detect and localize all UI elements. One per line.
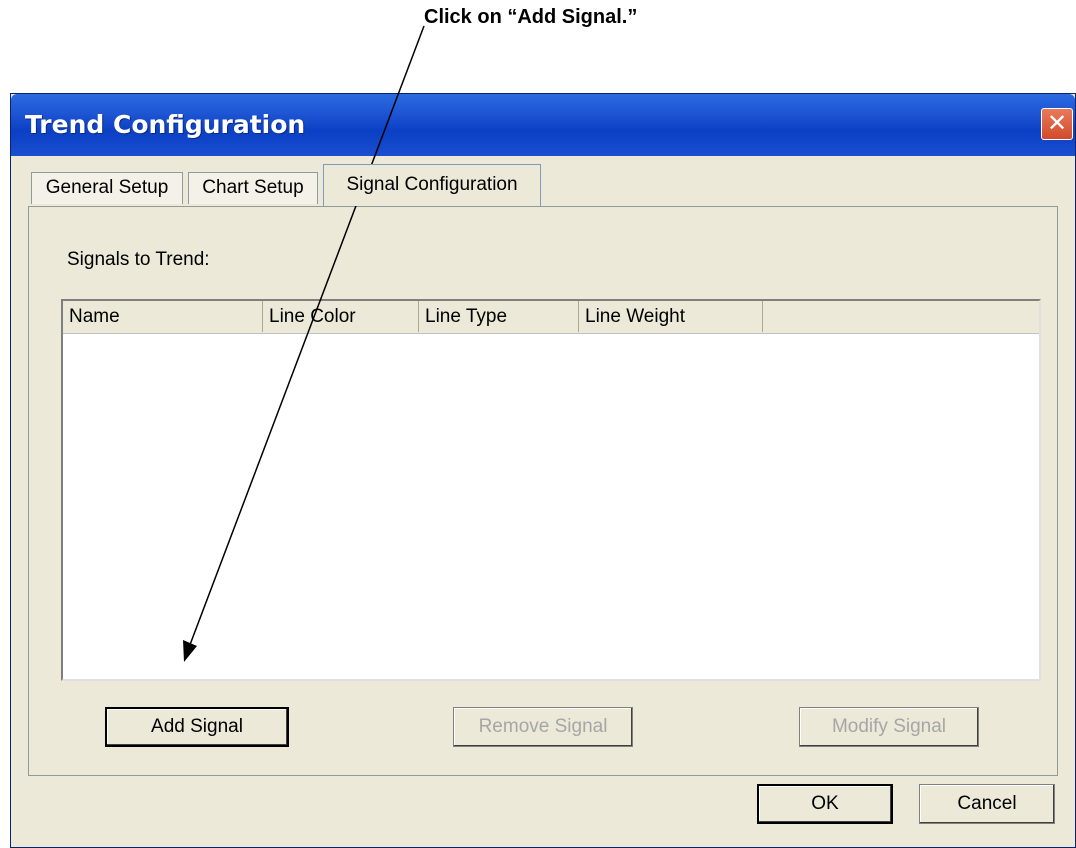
- instruction-callout: Click on “Add Signal.”: [424, 6, 638, 28]
- column-header-line-color[interactable]: Line Color: [263, 301, 419, 332]
- signals-list[interactable]: Name Line Color Line Type Line Weight: [61, 299, 1041, 681]
- tab-strip: General Setup Chart Setup Signal Configu…: [31, 162, 731, 206]
- title-bar[interactable]: Trend Configuration ✕: [11, 94, 1075, 156]
- signal-configuration-panel: Signals to Trend: Name Line Color Line T…: [28, 206, 1058, 776]
- signals-to-trend-label: Signals to Trend:: [67, 249, 210, 270]
- ok-button[interactable]: OK: [757, 784, 893, 824]
- column-header-line-type[interactable]: Line Type: [419, 301, 579, 332]
- list-header: Name Line Color Line Type Line Weight: [63, 301, 1039, 334]
- column-header-name[interactable]: Name: [63, 301, 263, 332]
- cancel-button[interactable]: Cancel: [919, 784, 1055, 824]
- close-icon[interactable]: ✕: [1041, 108, 1073, 140]
- trend-configuration-dialog: Trend Configuration ✕ General Setup Char…: [10, 93, 1076, 848]
- column-header-empty[interactable]: [763, 301, 1039, 332]
- modify-signal-button[interactable]: Modify Signal: [799, 707, 979, 747]
- column-header-line-weight[interactable]: Line Weight: [579, 301, 763, 332]
- remove-signal-button[interactable]: Remove Signal: [453, 707, 633, 747]
- add-signal-button[interactable]: Add Signal: [105, 707, 289, 747]
- tab-chart-setup[interactable]: Chart Setup: [188, 172, 318, 204]
- tab-signal-configuration[interactable]: Signal Configuration: [323, 164, 541, 206]
- tab-general-setup[interactable]: General Setup: [31, 172, 183, 204]
- dialog-title: Trend Configuration: [25, 110, 306, 139]
